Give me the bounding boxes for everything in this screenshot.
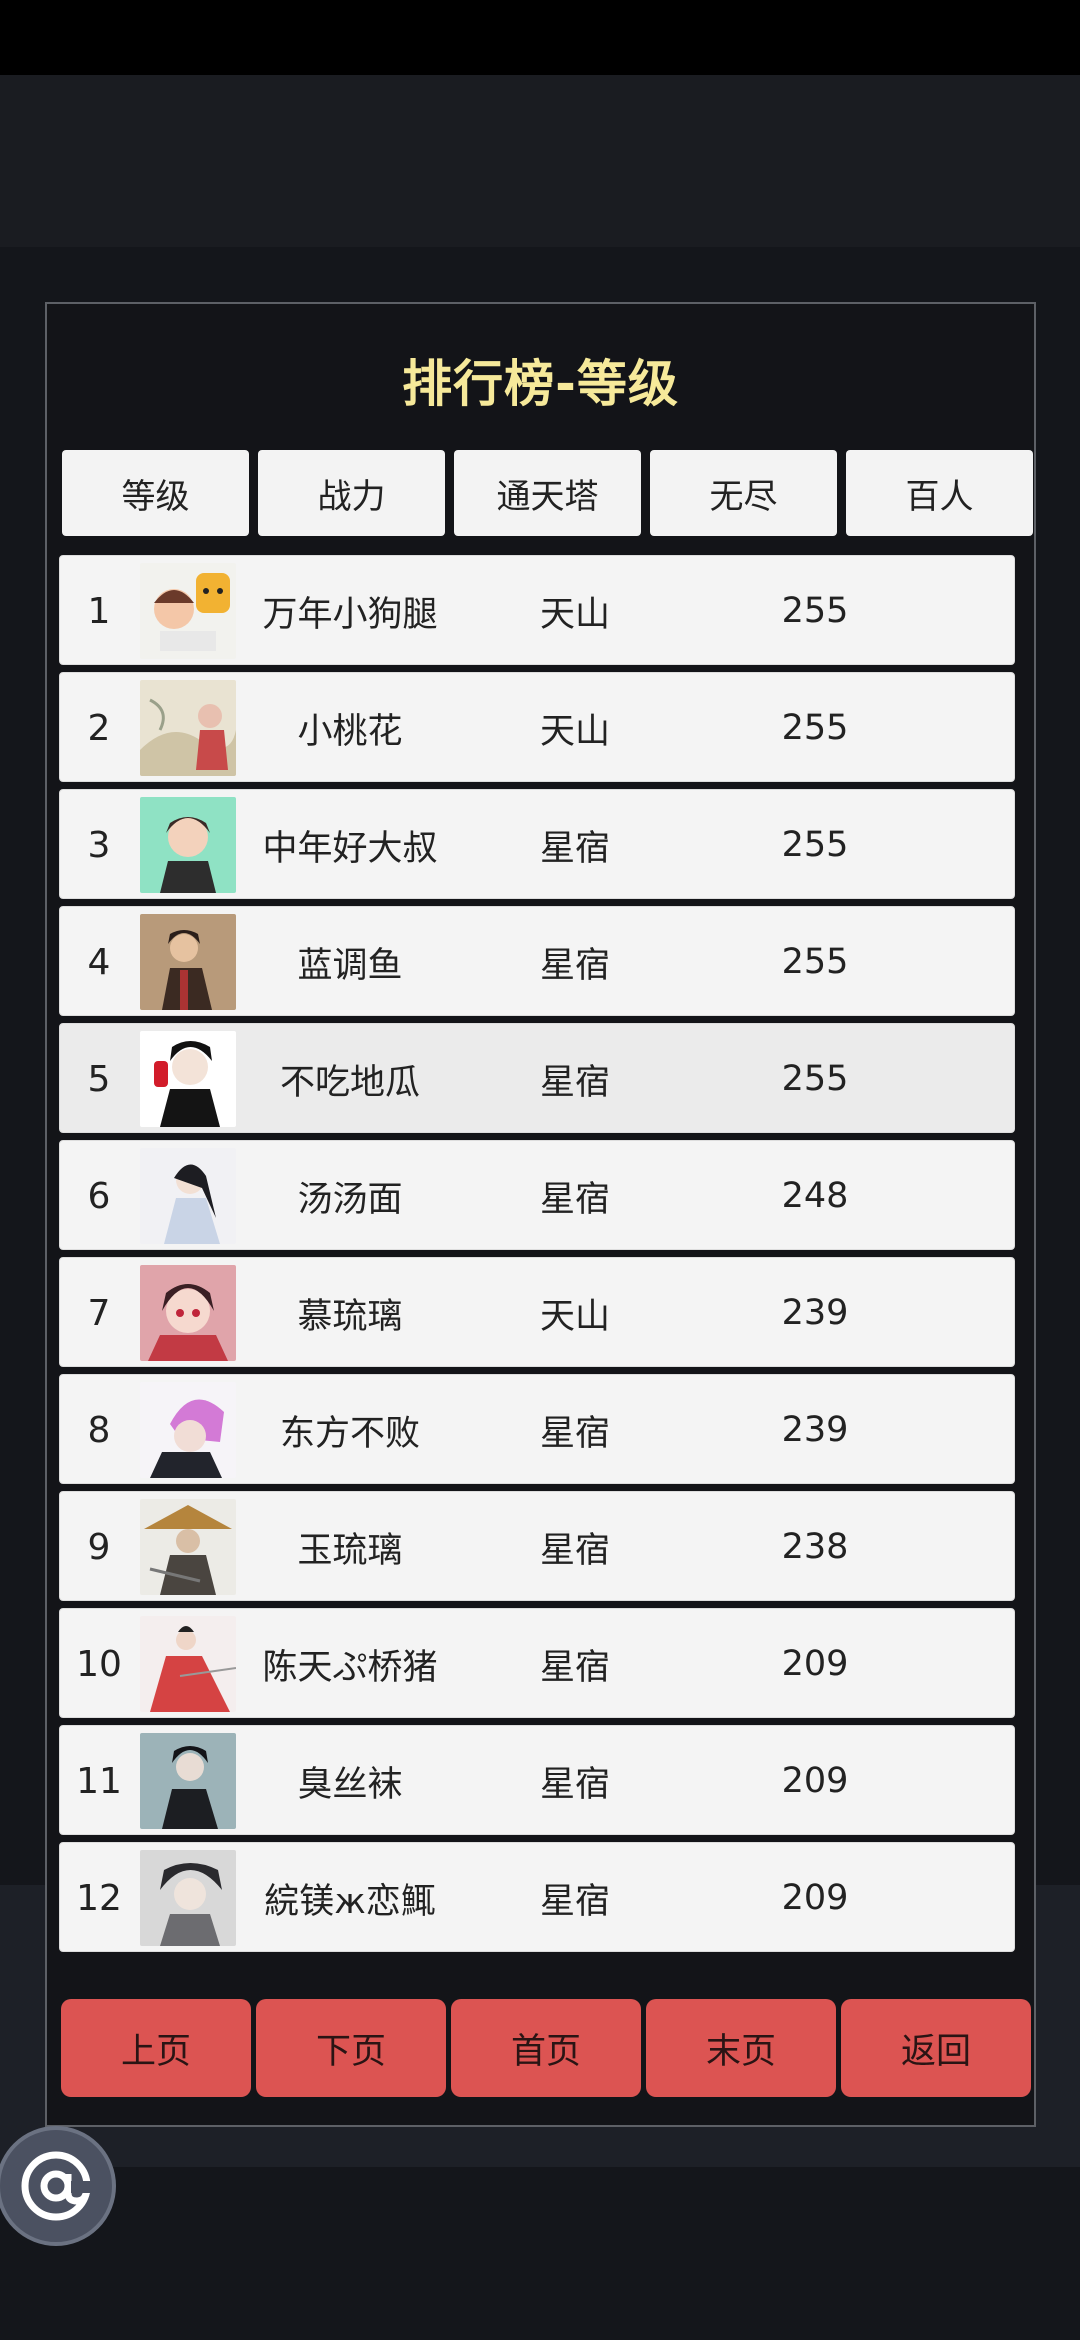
player-realm: 星宿 [539, 1881, 610, 1922]
player-realm: 天山 [539, 1296, 610, 1337]
player-name: 小桃花 [297, 711, 403, 752]
player-level: 255 [781, 942, 849, 982]
rank-number: 9 [87, 1526, 111, 1568]
player-level: 255 [781, 591, 849, 631]
player-name: 綄镁ж恋鮿 [264, 1881, 436, 1922]
player-realm: 星宿 [539, 1179, 610, 1220]
player-level: 209 [781, 1761, 849, 1801]
table-row[interactable]: 8 东方不败 星宿 239 [59, 1374, 1015, 1484]
player-name: 慕琉璃 [297, 1296, 403, 1337]
table-row[interactable]: 5 不吃地瓜 星宿 255 [59, 1023, 1015, 1133]
table-row[interactable]: 11 臭丝袜 星宿 209 [59, 1725, 1015, 1835]
avatar [140, 1616, 236, 1712]
rank-number: 2 [87, 707, 111, 749]
rank-number: 3 [87, 824, 111, 866]
table-row[interactable]: 10 陈天ぷ桥猪 星宿 209 [59, 1608, 1015, 1718]
at-icon [21, 2151, 101, 2221]
first-page-button[interactable]: 首页 [451, 1999, 641, 2097]
prev-page-button[interactable]: 上页 [61, 1999, 251, 2097]
player-name: 陈天ぷ桥猪 [262, 1647, 438, 1688]
rank-number: 12 [76, 1877, 122, 1919]
rank-number: 10 [76, 1643, 122, 1685]
rank-number: 5 [87, 1058, 111, 1100]
player-level: 238 [781, 1527, 849, 1567]
avatar [140, 797, 236, 893]
player-level: 239 [781, 1410, 849, 1450]
player-name: 中年好大叔 [262, 828, 438, 869]
player-realm: 星宿 [539, 945, 610, 986]
avatar [140, 1148, 236, 1244]
header-area [0, 75, 1080, 247]
table-row[interactable]: 3 中年好大叔 星宿 255 [59, 789, 1015, 899]
back-button[interactable]: 返回 [841, 1999, 1031, 2097]
avatar [140, 1499, 236, 1595]
tab-tower[interactable]: 通天塔 [454, 450, 641, 536]
avatar [140, 1850, 236, 1946]
table-row[interactable]: 1 万年小狗腿 天山 255 [59, 555, 1015, 665]
table-row[interactable]: 12 綄镁ж恋鮿 星宿 209 [59, 1842, 1015, 1952]
player-realm: 星宿 [539, 1413, 610, 1454]
avatar [140, 914, 236, 1010]
rank-number: 7 [87, 1292, 111, 1334]
avatar [140, 563, 236, 659]
avatar [140, 1031, 236, 1127]
rank-number: 8 [87, 1409, 111, 1451]
status-bar [0, 0, 1080, 75]
rank-number: 11 [76, 1760, 122, 1802]
leaderboard-panel: 排行榜-等级 等级 战力 通天塔 无尽 百人 1 万年小狗腿 天山 255 2 … [45, 302, 1036, 2127]
player-name: 汤汤面 [297, 1179, 403, 1220]
tab-hundred[interactable]: 百人 [846, 450, 1033, 536]
player-level: 255 [781, 825, 849, 865]
rank-number: 6 [87, 1175, 111, 1217]
player-realm: 星宿 [539, 828, 610, 869]
tab-level[interactable]: 等级 [62, 450, 249, 536]
tab-endless[interactable]: 无尽 [650, 450, 837, 536]
player-name: 臭丝袜 [297, 1764, 403, 1805]
player-level: 239 [781, 1293, 849, 1333]
player-level: 255 [781, 708, 849, 748]
player-realm: 星宿 [539, 1062, 610, 1103]
rank-number: 1 [87, 590, 111, 632]
player-name: 东方不败 [279, 1413, 420, 1454]
table-row[interactable]: 4 蓝调鱼 星宿 255 [59, 906, 1015, 1016]
table-row[interactable]: 7 慕琉璃 天山 239 [59, 1257, 1015, 1367]
avatar [140, 1382, 236, 1478]
player-name: 不吃地瓜 [279, 1062, 420, 1103]
table-row[interactable]: 6 汤汤面 星宿 248 [59, 1140, 1015, 1250]
player-level: 255 [781, 1059, 849, 1099]
player-realm: 天山 [539, 711, 610, 752]
player-level: 209 [781, 1644, 849, 1684]
player-realm: 天山 [539, 594, 610, 635]
avatar [140, 680, 236, 776]
floating-at-button[interactable] [0, 2126, 116, 2246]
tab-bar: 等级 战力 通天塔 无尽 百人 [62, 450, 1033, 536]
avatar [140, 1733, 236, 1829]
last-page-button[interactable]: 末页 [646, 1999, 836, 2097]
table-row[interactable]: 9 玉琉璃 星宿 238 [59, 1491, 1015, 1601]
player-level: 248 [781, 1176, 849, 1216]
player-realm: 星宿 [539, 1764, 610, 1805]
player-realm: 星宿 [539, 1530, 610, 1571]
player-name: 玉琉璃 [297, 1530, 403, 1571]
avatar [140, 1265, 236, 1361]
next-page-button[interactable]: 下页 [256, 1999, 446, 2097]
player-level: 209 [781, 1878, 849, 1918]
page-title: 排行榜-等级 [402, 355, 679, 413]
player-name: 万年小狗腿 [262, 594, 438, 635]
tab-power[interactable]: 战力 [258, 450, 445, 536]
player-realm: 星宿 [539, 1647, 610, 1688]
rank-number: 4 [87, 941, 111, 983]
pagination-bar: 上页 下页 首页 末页 返回 [61, 1999, 1031, 2097]
player-name: 蓝调鱼 [297, 945, 403, 986]
table-row[interactable]: 2 小桃花 天山 255 [59, 672, 1015, 782]
